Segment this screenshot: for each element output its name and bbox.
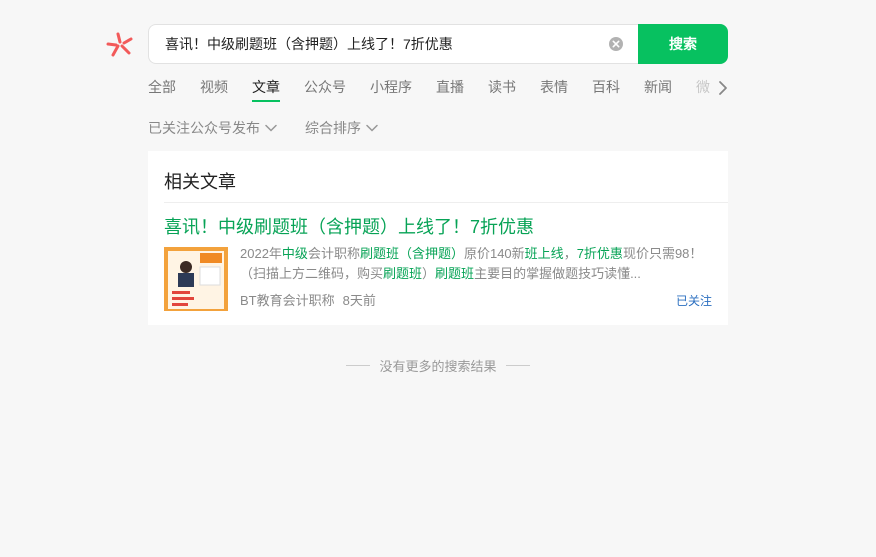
snippet-text: ， [563, 246, 577, 261]
source-account[interactable]: BT教育会计职称 [240, 290, 335, 309]
snippet-text: 2022年 [240, 246, 282, 261]
snippet-text: 原价140新 [463, 246, 525, 261]
snippet-text: 会计职称 [307, 246, 360, 261]
no-more-results: 没有更多的搜索结果 [0, 356, 876, 375]
snippet-text: 主要目的掌握做题技巧读懂... [474, 266, 641, 281]
snippet-highlight: 刷题班（含押题） [359, 246, 464, 261]
divider-line [346, 365, 371, 366]
filter-followed-accounts[interactable]: 已关注公众号发布 [148, 118, 277, 138]
article-meta: BT教育会计职称 8天前 [240, 290, 376, 309]
tab-live[interactable]: 直播 [436, 76, 464, 102]
snippet-highlight: 中级 [281, 246, 308, 261]
search-box [148, 24, 638, 64]
publish-time: 8天前 [342, 293, 376, 308]
tab-mini-programs[interactable]: 小程序 [370, 76, 412, 102]
article-title-link[interactable]: 喜讯！中级刷题班（含押题）上线了！7折优惠 [164, 213, 534, 239]
search-input[interactable] [165, 36, 608, 52]
thumbnail-image [164, 247, 228, 311]
tab-video[interactable]: 视频 [200, 76, 228, 102]
chevron-right-icon[interactable] [716, 80, 730, 96]
snippet-highlight: 刷题班 [383, 266, 423, 281]
results-card: 相关文章 喜讯！中级刷题班（含押题）上线了！7折优惠 2022年中级会计职称刷题… [148, 151, 728, 325]
tab-more[interactable]: 微 [696, 76, 710, 102]
filter-label: 已关注公众号发布 [148, 120, 260, 136]
divider-line [505, 365, 530, 366]
filter-label: 综合排序 [305, 120, 361, 136]
filter-sort[interactable]: 综合排序 [305, 118, 378, 138]
chevron-down-icon [265, 124, 277, 132]
category-tabs: 全部 视频 文章 公众号 小程序 直播 读书 表情 百科 新闻 微 [148, 76, 728, 106]
tab-official-accounts[interactable]: 公众号 [304, 76, 346, 102]
divider [164, 202, 728, 203]
tab-all[interactable]: 全部 [148, 76, 176, 102]
filter-bar: 已关注公众号发布 综合排序 [148, 118, 406, 138]
tab-stickers[interactable]: 表情 [540, 76, 568, 102]
tab-articles[interactable]: 文章 [252, 76, 280, 102]
article-thumbnail[interactable] [164, 247, 228, 311]
tab-encyclopedia[interactable]: 百科 [592, 76, 620, 102]
snippet-highlight: 7折优惠 [576, 246, 623, 261]
clear-icon[interactable] [608, 36, 624, 52]
no-more-text: 没有更多的搜索结果 [379, 359, 497, 374]
search-button[interactable]: 搜索 [638, 24, 728, 64]
chevron-down-icon [366, 124, 378, 132]
snippet-text: ） [422, 266, 436, 281]
snippet-highlight: 刷题班 [435, 266, 475, 281]
wechat-search-logo-icon [106, 32, 133, 57]
tab-news[interactable]: 新闻 [644, 76, 672, 102]
tab-books[interactable]: 读书 [488, 76, 516, 102]
follow-status[interactable]: 已关注 [676, 292, 712, 309]
section-title: 相关文章 [164, 172, 236, 192]
snippet-highlight: 班上线 [524, 246, 564, 261]
article-snippet: 2022年中级会计职称刷题班（含押题）原价140新班上线，7折优惠现价只需98！… [240, 244, 714, 284]
